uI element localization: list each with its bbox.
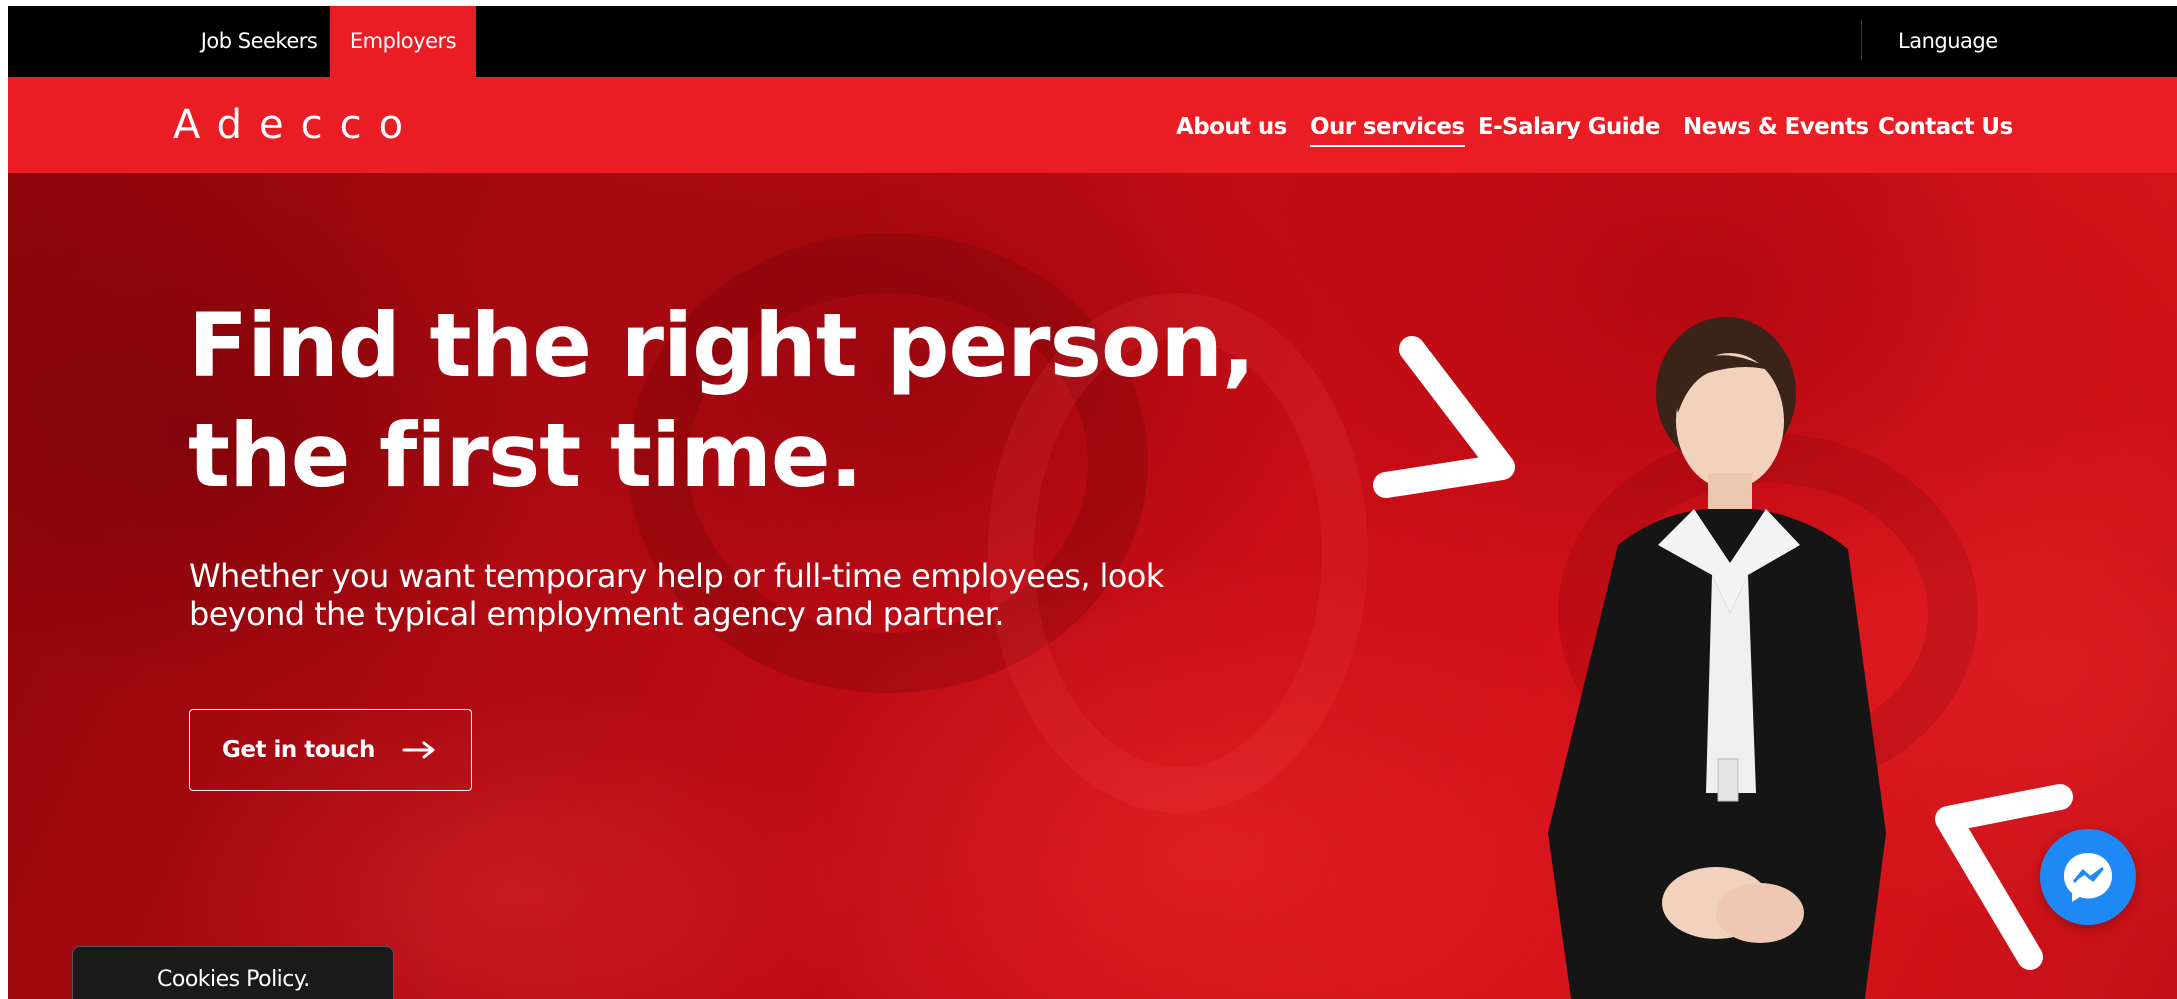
messenger-icon bbox=[2064, 853, 2112, 902]
nav-about-us[interactable]: About us bbox=[1176, 107, 1287, 147]
arrow-right-icon bbox=[402, 741, 435, 759]
headline-line: the first time. bbox=[188, 404, 863, 507]
subtext-line: Whether you want temporary help or full-… bbox=[189, 557, 1164, 595]
cookies-label: Cookies Policy. bbox=[157, 967, 310, 992]
tab-job-seekers[interactable]: Job Seekers bbox=[184, 6, 334, 77]
cookies-policy-bar[interactable]: Cookies Policy. bbox=[72, 946, 394, 999]
messenger-chat-button[interactable] bbox=[2040, 829, 2136, 925]
nav-our-services[interactable]: Our services bbox=[1310, 107, 1465, 147]
language-selector[interactable]: Language bbox=[1898, 6, 1998, 77]
businesswoman-image bbox=[1548, 317, 1886, 999]
subtext-line: beyond the typical employment agency and… bbox=[189, 595, 1005, 633]
cta-label: Get in touch bbox=[222, 737, 375, 763]
divider bbox=[1861, 20, 1862, 60]
hero-headline: Find the right person, the first time. bbox=[188, 291, 1288, 511]
nav-news-events[interactable]: News & Events bbox=[1683, 107, 1869, 147]
tab-employers[interactable]: Employers bbox=[330, 6, 476, 77]
top-utility-bar: Job Seekers Employers Language bbox=[8, 6, 2177, 77]
get-in-touch-button[interactable]: Get in touch bbox=[189, 709, 472, 791]
main-nav: Adecco About us Our services E-Salary Gu… bbox=[8, 77, 2177, 173]
page-frame: Job Seekers Employers Language Adecco Ab… bbox=[8, 6, 2177, 999]
adecco-logo[interactable]: Adecco bbox=[173, 101, 420, 149]
headline-line: Find the right person, bbox=[188, 294, 1255, 397]
nav-contact-us[interactable]: Contact Us bbox=[1878, 107, 2013, 147]
hero-banner: Find the right person, the first time. W… bbox=[8, 173, 2177, 999]
hero-subtext: Whether you want temporary help or full-… bbox=[189, 557, 1269, 633]
nav-e-salary-guide[interactable]: E-Salary Guide bbox=[1478, 107, 1660, 147]
